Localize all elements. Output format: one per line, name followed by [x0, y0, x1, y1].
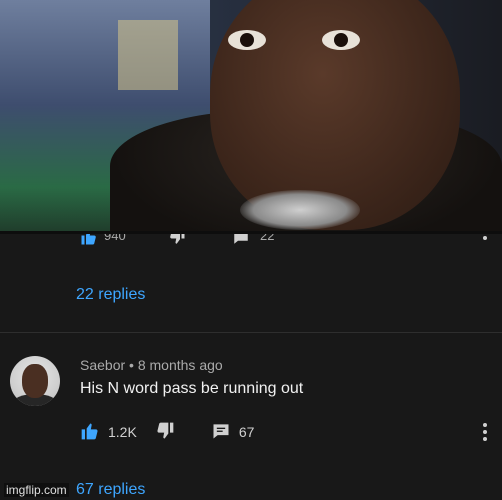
watermark: imgflip.com	[4, 483, 69, 497]
view-replies-link[interactable]: 22 replies	[76, 286, 145, 304]
reply-count: 67	[238, 424, 255, 440]
like-icon-partial[interactable]	[80, 234, 98, 248]
like-count-partial: 940	[104, 234, 126, 243]
comment-meta: Saebor • 8 months ago	[80, 357, 223, 373]
reply-icon-partial[interactable]	[232, 234, 250, 248]
meta-separator: •	[129, 357, 134, 373]
previous-actions-row: 940 22	[0, 234, 502, 248]
avatar-face	[22, 364, 48, 398]
avatar[interactable]	[10, 356, 60, 406]
beard	[240, 190, 360, 230]
background-window	[118, 20, 178, 90]
view-replies-link[interactable]: 67 replies	[76, 481, 145, 499]
comment-separator	[0, 332, 502, 333]
comment-time[interactable]: 8 months ago	[138, 357, 223, 373]
more-options-icon[interactable]	[478, 421, 492, 443]
like-count: 1.2K	[108, 424, 137, 440]
comment-actions: 1.2K 67	[80, 421, 254, 443]
like-icon[interactable]	[80, 421, 100, 444]
reply-icon[interactable]	[211, 421, 231, 444]
right-eye	[322, 30, 360, 50]
reply-count-partial: 22	[260, 234, 275, 243]
author-name[interactable]: Saebor	[80, 357, 125, 373]
comment-text: His N word pass be running out	[80, 380, 304, 397]
more-options-icon-partial[interactable]	[478, 234, 492, 244]
meme-photo	[0, 0, 502, 234]
dislike-icon[interactable]	[155, 421, 175, 444]
dislike-icon-partial[interactable]	[168, 234, 186, 248]
left-eye	[228, 30, 266, 50]
